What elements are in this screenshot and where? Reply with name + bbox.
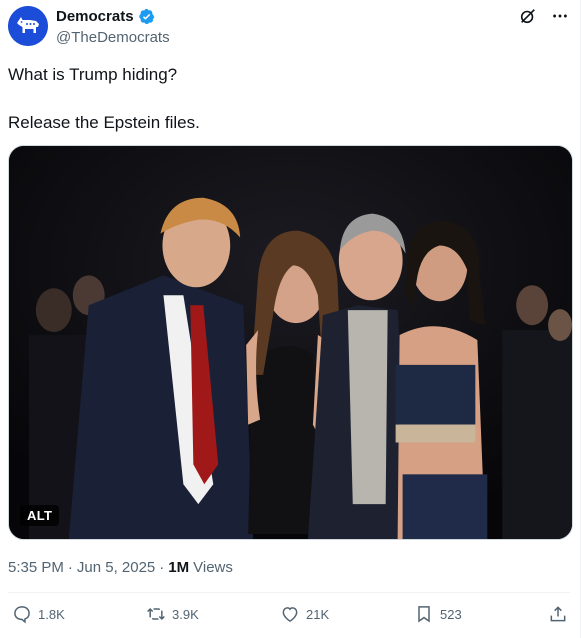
- meta-separator: ·: [159, 559, 165, 576]
- like-button[interactable]: 21K: [280, 604, 329, 624]
- tweet-line: What is Trump hiding?: [8, 65, 178, 84]
- donkey-logo-icon: [8, 6, 48, 46]
- views-count: 1M: [168, 559, 190, 576]
- tweet-photo[interactable]: [8, 145, 573, 540]
- repost-button[interactable]: 3.9K: [146, 604, 199, 624]
- bookmark-icon: [414, 604, 434, 624]
- views-label: Views: [193, 559, 233, 576]
- author-display-name[interactable]: Democrats: [56, 8, 134, 25]
- divider: [8, 592, 570, 593]
- share-icon: [548, 604, 568, 624]
- more-icon[interactable]: [550, 6, 570, 26]
- alt-text-badge[interactable]: ALT: [20, 505, 60, 526]
- tweet-date[interactable]: Jun 5, 2025: [77, 559, 155, 576]
- heart-icon: [280, 604, 300, 624]
- share-button[interactable]: [548, 604, 568, 624]
- bookmark-button[interactable]: 523: [414, 604, 462, 624]
- reply-icon: [12, 604, 32, 624]
- grok-icon[interactable]: [518, 6, 538, 26]
- header-actions: [518, 6, 570, 26]
- tweet-time[interactable]: 5:35 PM: [8, 559, 64, 576]
- action-bar: 1.8K 3.9K 21K 523: [8, 604, 573, 634]
- tweet-card: Democrats @TheDemocrats What is Trump hi…: [0, 0, 581, 638]
- verified-badge-icon[interactable]: [138, 8, 155, 25]
- meta-separator: ·: [67, 559, 73, 576]
- like-count: 21K: [306, 606, 330, 622]
- avatar[interactable]: [8, 6, 48, 46]
- reply-button[interactable]: 1.8K: [12, 604, 65, 624]
- repost-icon: [146, 604, 166, 624]
- tweet-line: Release the Epstein files.: [8, 113, 200, 132]
- author-name-row: Democrats: [56, 8, 155, 25]
- tweet-text: What is Trump hiding? Release the Epstei…: [8, 63, 568, 134]
- tweet-meta: 5:35 PM · Jun 5, 2025 · 1M Views: [8, 559, 233, 576]
- photo-image: [9, 146, 572, 539]
- author-handle[interactable]: @TheDemocrats: [56, 29, 170, 46]
- bookmark-count: 523: [440, 606, 462, 622]
- reply-count: 1.8K: [38, 606, 65, 622]
- repost-count: 3.9K: [172, 606, 199, 622]
